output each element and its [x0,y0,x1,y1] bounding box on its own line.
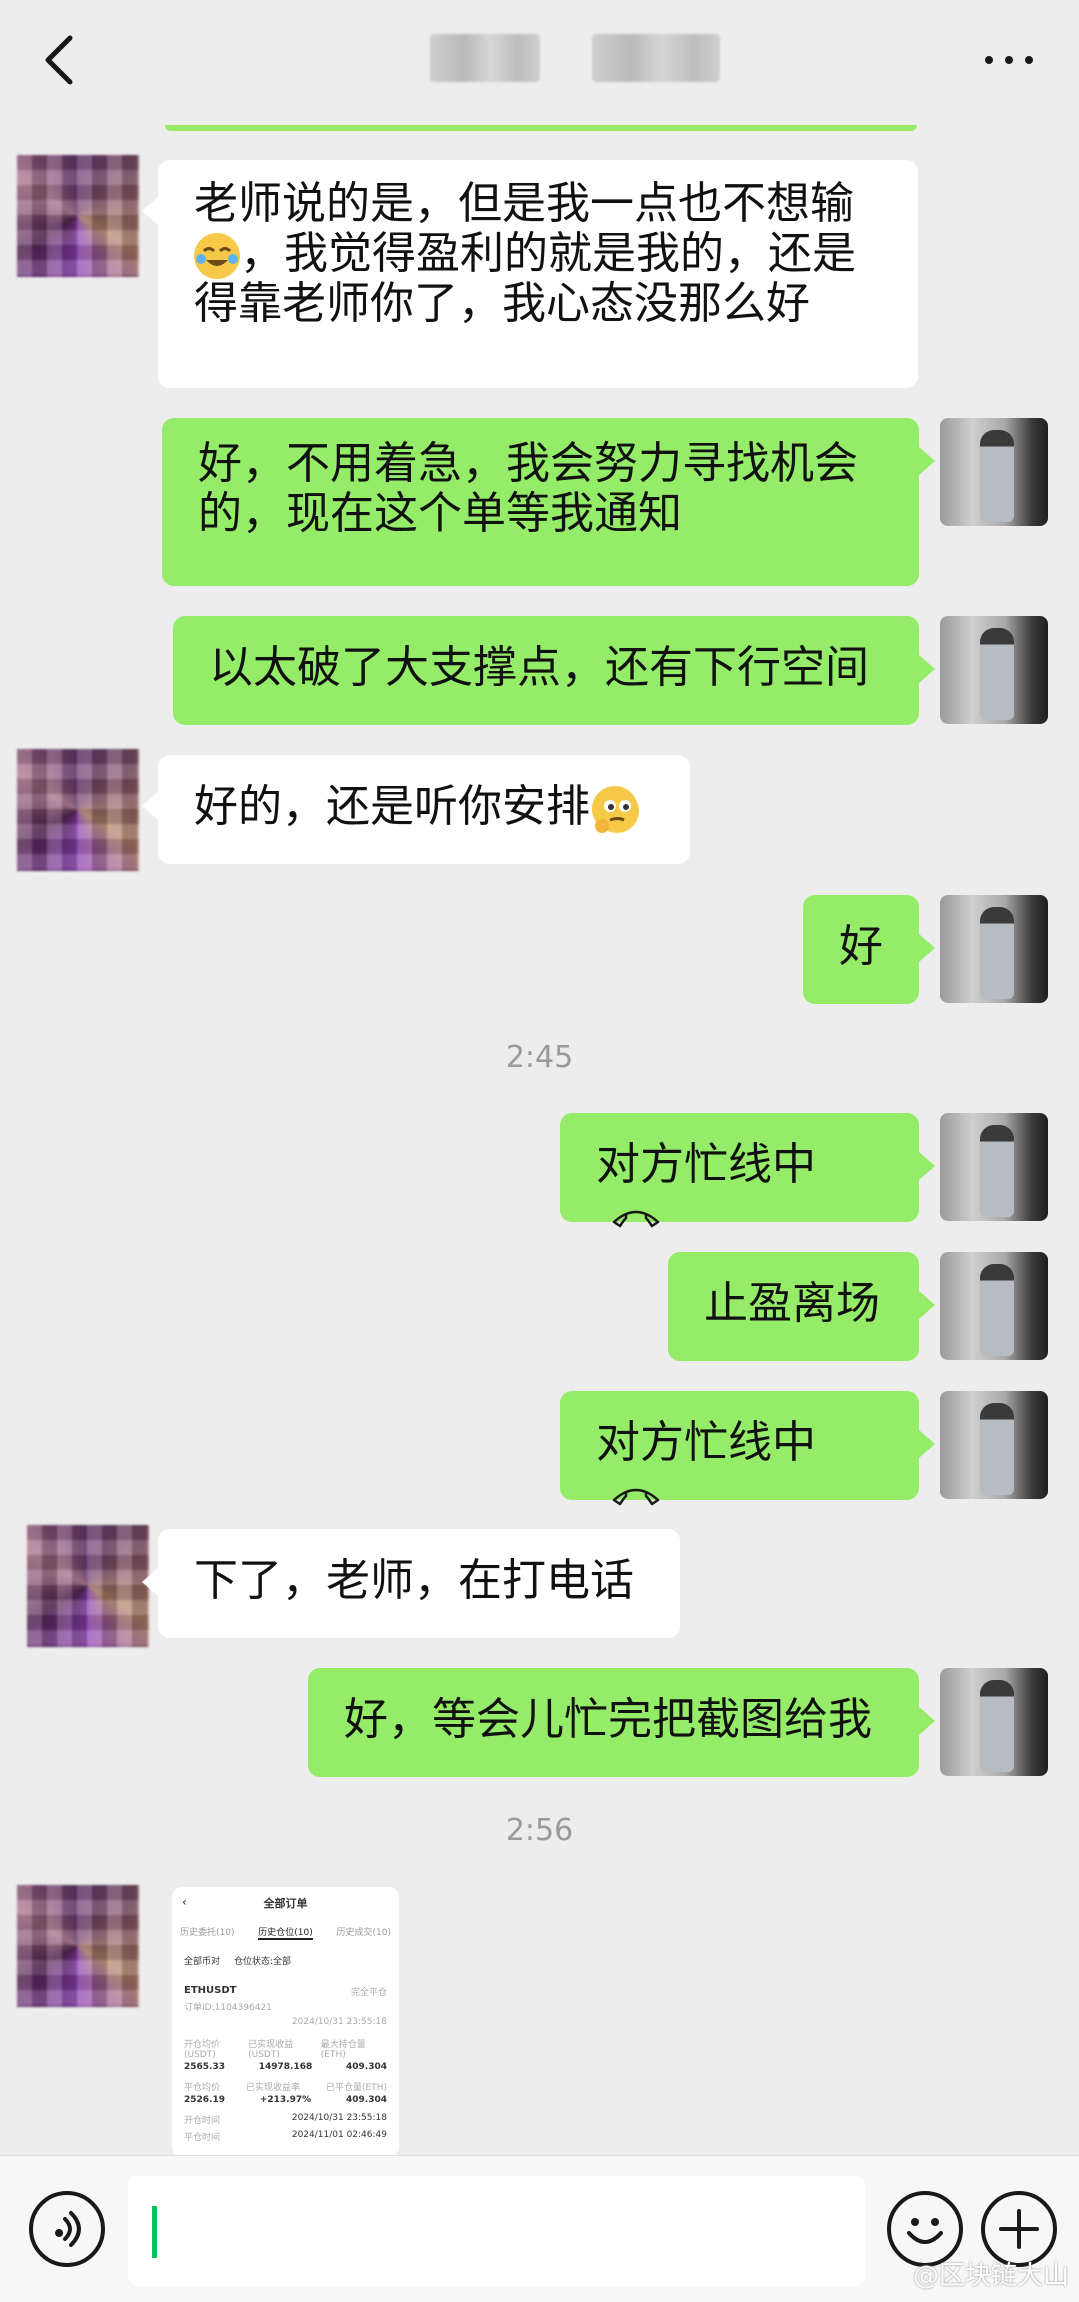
user-avatar[interactable] [940,1391,1048,1499]
back-icon[interactable] [40,30,80,90]
screenshot-filter: 仓位状态:全部 [234,1957,292,1967]
contact-avatar[interactable] [17,1885,139,2007]
screenshot-label: 平仓均价 [184,2083,221,2093]
screenshot-value: 14978.168 [258,2062,313,2072]
timestamp: 2:45 [505,1040,574,1075]
user-avatar[interactable] [940,1668,1048,1776]
message-text: 好的，还是听你安排 [194,781,590,832]
message-text: 老师说的是，但是我一点也不想输 [194,178,854,229]
message-text: 好，等会儿忙完把截图给我 [344,1694,872,1745]
chat-title [430,34,540,82]
more-icon[interactable] [979,40,1039,80]
text-cursor [152,2206,157,2258]
message-bubble[interactable]: 下了，老师，在打电话 [158,1529,680,1638]
screenshot-tab-active: 历史仓位(10) [258,1925,313,1940]
message-text: 对方忙线中 [596,1139,816,1190]
screenshot-label: 开仓均价(USDT) [184,2040,221,2060]
user-avatar[interactable] [940,1113,1048,1221]
user-avatar[interactable] [940,616,1048,724]
screenshot-label: 已实现收益率 [246,2083,301,2093]
user-avatar[interactable] [940,418,1048,526]
bubble-tail [919,1430,935,1458]
top-bar [0,0,1079,125]
screenshot-open-time: 2024/10/31 23:55:18 [291,2017,387,2027]
message-text: 下了，老师，在打电话 [194,1555,634,1606]
screenshot-filter: 全部币对 [184,1957,221,1967]
message-text: 对方忙线中 [596,1417,816,1468]
message-bubble[interactable]: 以太破了大支撑点，还有下行空间 [173,616,919,725]
screenshot-value: 2024/10/31 23:55:18 [291,2113,387,2123]
message-bubble[interactable]: 止盈离场 [668,1252,919,1361]
screenshot-label: 已平仓量(ETH) [326,2083,387,2093]
timestamp: 2:56 [505,1813,574,1848]
chat-title-blurred [592,34,720,82]
user-avatar[interactable] [940,895,1048,1003]
screenshot-back-icon: ‹ [182,1895,187,1909]
screenshot-value: +213.97% [259,2095,312,2105]
screenshot-title: 全部订单 [263,1897,308,1910]
screenshot-value: 2565.33 [184,2062,225,2072]
call-message-bubble[interactable]: 对方忙线中 [560,1113,919,1228]
bubble-tail [919,655,935,683]
screenshot-label: 开仓时间 [184,2116,221,2126]
laughing-crying-emoji-icon [194,233,240,279]
message-text: 的，现在这个单等我通知 [198,488,682,539]
message-text: 好，不用着急，我会努力寻找机会 [198,438,858,489]
user-avatar[interactable] [940,1252,1048,1360]
message-text: 以太破了大支撑点，还有下行空间 [209,642,869,693]
message-text: ，我觉得盈利的就是我的，还是 [194,229,882,279]
screenshot-value: 409.304 [345,2095,387,2105]
watermark: @区块链大山 [912,2261,1069,2291]
message-bubble[interactable]: 好的，还是听你安排 [158,755,690,864]
message-bubble[interactable]: 好，不用着急，我会努力寻找机会 的，现在这个单等我通知 [162,418,919,586]
thinking-face-emoji-icon [592,786,639,833]
screenshot-pair: ETHUSDT [184,1985,237,1996]
bubble-tail [142,197,158,225]
message-bubble[interactable]: 老师说的是，但是我一点也不想输 ，我觉得盈利的就是我的，还是 得靠老师你了，我心… [158,160,918,388]
screenshot-label: 已实现收益(USDT) [248,2040,294,2060]
bubble-tail [919,447,935,475]
bubble-tail [142,792,158,820]
screenshot-label: 最大持仓量(ETH) [320,2040,366,2060]
screenshot-label: 平仓时间 [184,2133,221,2143]
message-text: 得靠老师你了，我心态没那么好 [194,278,810,329]
input-bar: @区块链大山 [0,2155,1079,2302]
bubble-tail [919,1707,935,1735]
screenshot-status: 完全平仓 [350,1988,387,1998]
message-text: 止盈离场 [704,1278,880,1329]
message-input[interactable] [128,2176,865,2286]
phone-hangup-icon [612,1210,660,1228]
chat-area[interactable]: 老师说的是，但是我一点也不想输 ，我觉得盈利的就是我的，还是 得靠老师你了，我心… [0,125,1079,2155]
bubble-tail [919,1291,935,1319]
bubble-tail [919,1152,935,1180]
screenshot-tabs: 历史委托(10) 历史仓位(10) 历史成交(10) [172,1925,399,1940]
previous-bubble-edge [165,125,917,131]
contact-avatar[interactable] [17,749,139,871]
screenshot-tab: 历史成交(10) [336,1928,391,1938]
message-text: 好 [839,921,883,972]
contact-avatar[interactable] [17,155,139,277]
bubble-tail [919,934,935,962]
message-bubble[interactable]: 好 [803,895,919,1004]
contact-avatar[interactable] [27,1525,149,1647]
voice-input-icon[interactable] [29,2191,105,2267]
screenshot-tab: 历史委托(10) [180,1928,235,1938]
image-message-screenshot[interactable]: ‹ 全部订单 历史委托(10) 历史仓位(10) 历史成交(10) 全部币对 仓… [172,1887,399,2155]
screenshot-value: 2526.19 [184,2095,225,2105]
screenshot-value: 2024/11/01 02:46:49 [291,2130,387,2140]
screenshot-value: 409.304 [346,2062,387,2072]
call-message-bubble[interactable]: 对方忙线中 [560,1391,919,1506]
message-bubble[interactable]: 好，等会儿忙完把截图给我 [308,1668,919,1777]
bubble-tail [142,1568,158,1596]
phone-hangup-icon [612,1488,660,1506]
screenshot-order-id: 订单ID:1104396421 [184,2003,272,2013]
